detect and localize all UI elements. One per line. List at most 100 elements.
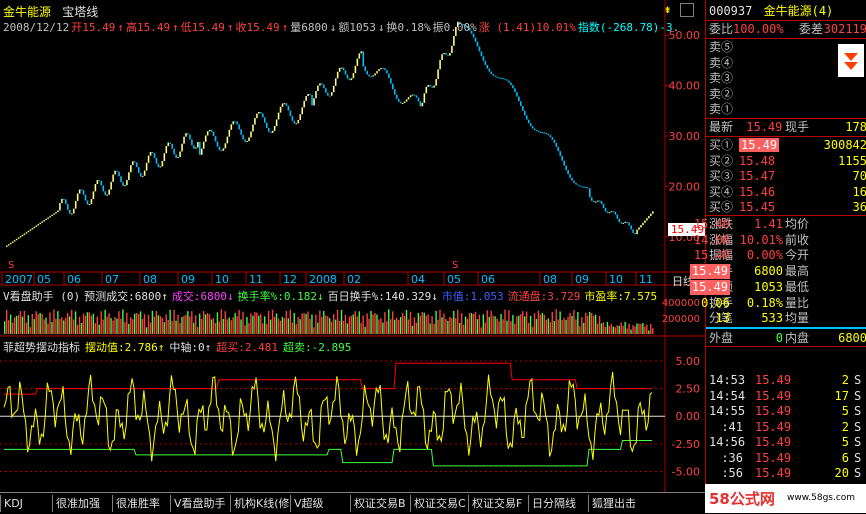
tab-8[interactable]: 权证交易F [468, 495, 528, 512]
price-tower-bar [431, 86, 433, 88]
volume-bar [352, 314, 355, 334]
volume-bar [7, 320, 10, 334]
minimize-icon[interactable] [680, 3, 694, 17]
volume-bar [295, 324, 297, 334]
volume-bar [76, 324, 79, 334]
volume-bar [132, 319, 134, 334]
price-tower-bar [281, 103, 284, 107]
tab-5[interactable]: V超级MACD [290, 495, 350, 512]
volume-bar [305, 313, 307, 334]
price-tower-bar [374, 73, 376, 76]
tab-2[interactable]: 很准胜率 [112, 495, 170, 512]
time-tick-label: 05 [37, 273, 51, 286]
tab-10[interactable]: 狐狸出击 [588, 495, 644, 512]
collapse-button[interactable] [838, 44, 864, 77]
stat-label: 量比 [785, 295, 810, 310]
volume-bar [443, 313, 445, 334]
stat-value: 1053 [754, 279, 783, 294]
volume-bar [265, 324, 268, 334]
volume-bar [254, 312, 256, 334]
sell-level-2: 卖② [709, 87, 733, 102]
volume-bar [69, 316, 71, 334]
price-tower-bar [429, 84, 432, 87]
tab-7[interactable]: 权证交易C [410, 495, 468, 512]
chart-area[interactable]: 50.00 40.00 30.00 20.00 10.00 2007 05 06 07 08 09 1… [0, 0, 705, 513]
sell-level-4: 卖④ [709, 56, 733, 71]
volume-bar [183, 315, 185, 334]
volume-bar [600, 323, 603, 334]
cur-hand-label: 现手 [785, 120, 810, 134]
tab-3[interactable]: V看盘助手 [170, 495, 230, 512]
volume-bar [512, 315, 514, 334]
price-tower-bar [587, 187, 589, 189]
price-tower-bar [212, 131, 215, 137]
buy-level-3[interactable]: 买③ 15.47 70 [709, 169, 866, 184]
inner-value: 6800 [838, 331, 866, 345]
osc-info-item-3: 超买:2.481 [216, 341, 278, 354]
buy-level-1[interactable]: 买① 15.49 300842 [709, 138, 866, 153]
stats-row: 总额1053最低15.49 [689, 279, 809, 295]
price-tower-bar [41, 221, 43, 223]
volume-bar [518, 315, 520, 334]
price-tower-bar [614, 211, 617, 215]
price-tower-bar [652, 211, 654, 214]
tab-0[interactable]: KDJ [0, 495, 52, 512]
price-tower-bar [413, 94, 416, 96]
price-tower-bar [202, 141, 205, 149]
tab-9[interactable]: 日分隔线 [528, 495, 588, 512]
price-tower-bar [522, 106, 524, 111]
price-tower-bar [130, 165, 132, 173]
stat-value: 13 [715, 311, 731, 326]
price-tower-bar [21, 234, 24, 237]
price-tower-bar [287, 105, 290, 111]
time-tick-label: 04 [411, 273, 425, 286]
volume-bar [45, 317, 47, 334]
price-tower-bar [29, 229, 32, 231]
volume-bar [618, 325, 620, 334]
price-tower-bar [256, 113, 258, 119]
tab-4[interactable]: 机构K线(修 [230, 495, 290, 512]
volume-bar [252, 315, 254, 334]
volume-bar [602, 322, 605, 334]
buy-level-2[interactable]: 买② 15.48 1155 [709, 154, 866, 169]
tick-volume: 17 [834, 388, 849, 403]
volume-bar [31, 313, 33, 334]
weibi-label: 委比 [709, 22, 734, 36]
volume-bar [37, 314, 39, 334]
price-tower-bar [260, 111, 262, 114]
volume-bar [516, 316, 518, 334]
price-tower-bar [80, 189, 83, 191]
price-tower-bar [417, 97, 420, 102]
price-tower-bar [224, 143, 227, 149]
price-tower-bar [533, 128, 536, 131]
price-tower-bar [307, 93, 309, 97]
osc-info-item-2: 中轴:0↑ [169, 341, 212, 354]
pin-icon[interactable]: ⇟ [664, 2, 671, 16]
volume-bar [53, 309, 55, 334]
sell-level-label: 卖① [709, 102, 734, 116]
volume-bar [9, 314, 12, 334]
price-tower-bar [589, 188, 591, 198]
price-tower-bar [311, 94, 313, 106]
volume-bar [417, 312, 420, 334]
osc-info-item-1: 摆动值:2.786↑ [85, 341, 165, 354]
price-tower-bar [439, 60, 441, 70]
tab-1[interactable]: 很准加强 [52, 495, 112, 512]
tab-6[interactable]: 权证交易B [350, 495, 410, 512]
stats-row: 分笔 533 均量 13 [709, 311, 809, 326]
price-tower-bar [134, 161, 136, 163]
volume-bar [153, 316, 156, 334]
tick-price: 15.49 [755, 450, 792, 465]
price-tower-bar [561, 155, 563, 161]
buy-level-4[interactable]: 买④ 15.46 16 [709, 185, 866, 200]
volume-info-item-4: 百日换手%:140.329↓ [327, 290, 438, 303]
header-info-item-16: 指数(-268.78)-3. [577, 21, 680, 34]
volume-bar [332, 314, 335, 334]
price-tower-bar [449, 52, 451, 56]
price-tower-bar [592, 200, 595, 203]
stat-label: 均量 [785, 311, 810, 326]
price-tower-bar [573, 180, 575, 183]
chart-canvas[interactable]: 50.0040.0030.0020.0010.002007 05 06 07 08 09 1… [0, 0, 705, 492]
price-tower-bar [518, 96, 520, 102]
buy-level-5[interactable]: 买⑤ 15.45 36 [709, 200, 866, 215]
